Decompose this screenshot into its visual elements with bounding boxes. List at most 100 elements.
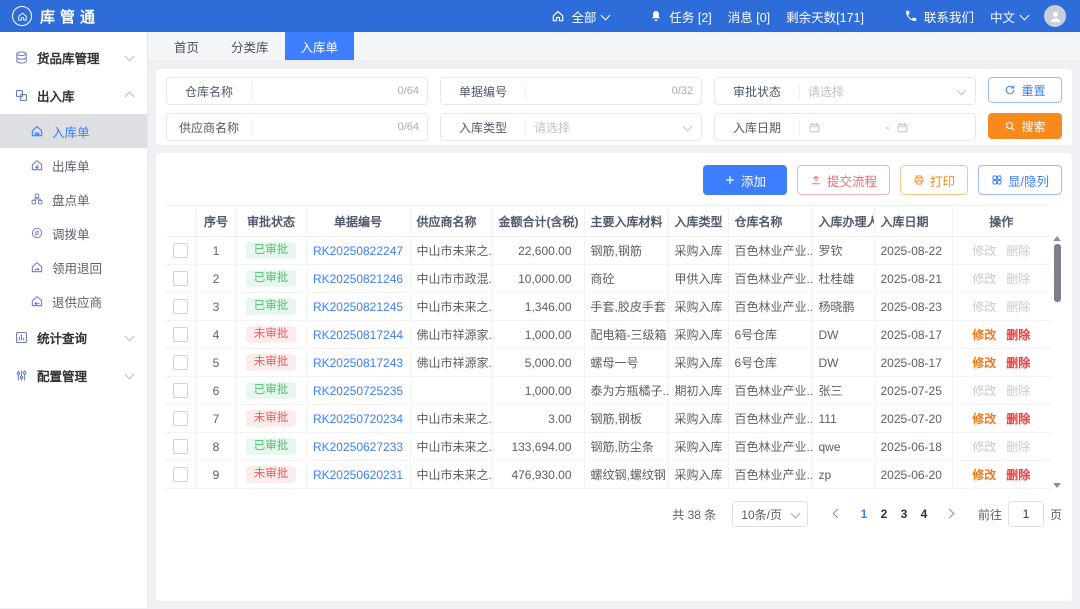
column-header: 仓库名称	[728, 205, 813, 237]
sidebar-group-statistics-query[interactable]: 统计查询	[0, 318, 147, 356]
delete-link[interactable]: 删除	[1006, 468, 1030, 482]
submit-flow-button[interactable]: 提交流程	[796, 165, 890, 195]
doc-number-link[interactable]: RK20250821246	[313, 272, 403, 286]
delete-link[interactable]: 删除	[1006, 412, 1030, 426]
scroll-down-arrow[interactable]	[1053, 483, 1061, 488]
sidebar-item-inbound-order[interactable]: 入库单	[0, 114, 147, 148]
tab-category-library[interactable]: 分类库	[215, 32, 285, 60]
row-checkbox[interactable]	[173, 327, 189, 343]
row-checkbox[interactable]	[173, 355, 189, 371]
doc-number-link[interactable]: RK20250821245	[313, 300, 403, 314]
delete-link[interactable]: 删除	[1006, 328, 1030, 342]
chevron-down-icon	[790, 508, 801, 518]
doc-number-link[interactable]: RK20250817244	[313, 328, 403, 342]
next-page-button[interactable]	[940, 502, 960, 526]
delete-link[interactable]: 删除	[1006, 356, 1030, 370]
reset-button[interactable]: 重置	[988, 77, 1062, 103]
row-checkbox[interactable]	[173, 271, 189, 287]
sidebar-item-transfer-order[interactable]: 调拨单	[0, 216, 147, 250]
page-number-1[interactable]: 1	[854, 502, 874, 526]
bell-icon	[649, 9, 663, 23]
approval-status-badge: 已审批	[245, 241, 297, 260]
filter-supplier-name: 供应商名称 0/64	[166, 113, 428, 141]
handler-cell: 罗钦	[812, 236, 875, 265]
sidebar-item-return-to-supplier[interactable]: 退供应商	[0, 284, 147, 318]
doc-number-link[interactable]: RK20250620231	[313, 468, 403, 482]
doc-number-link[interactable]: RK20250817243	[313, 356, 403, 370]
print-button[interactable]: 打印	[900, 165, 969, 195]
chevron-down-icon	[124, 51, 135, 61]
doc-number-link[interactable]: RK20250822247	[313, 244, 403, 258]
doc-number-link[interactable]: RK20250720234	[313, 412, 403, 426]
doc-number-link[interactable]: RK20250725235	[313, 384, 403, 398]
page-size-select[interactable]: 10条/页	[732, 501, 808, 527]
sidebar-item-outbound-order[interactable]: 出库单	[0, 148, 147, 182]
row-checkbox[interactable]	[173, 439, 189, 455]
date-cell: 2025-06-18	[874, 432, 953, 461]
row-checkbox[interactable]	[173, 243, 189, 259]
tab-home[interactable]: 首页	[158, 32, 215, 60]
edit-link[interactable]: 修改	[972, 356, 996, 370]
delete-link: 删除	[1006, 272, 1031, 286]
add-button[interactable]: 添加	[702, 165, 787, 195]
row-checkbox[interactable]	[173, 383, 189, 399]
calendar-icon end-date-picker[interactable]	[896, 121, 968, 134]
show-hide-columns-button[interactable]: 显/隐列	[978, 165, 1062, 195]
delete-link: 删除	[1006, 440, 1031, 454]
supplier-name-input[interactable]	[260, 119, 394, 135]
row-checkbox[interactable]	[173, 299, 189, 315]
contact-us-link[interactable]: 联系我们	[904, 7, 974, 26]
supplier-cell	[410, 376, 493, 405]
doc-number-link[interactable]: RK20250627233	[313, 440, 403, 454]
goto-label: 前往	[977, 507, 1002, 522]
edit-link[interactable]: 修改	[972, 412, 996, 426]
scroll-up-arrow[interactable]	[1053, 236, 1061, 241]
handler-cell: qwe	[812, 432, 875, 461]
warehouse-cell: 百色林业产业...	[728, 376, 813, 405]
row-checkbox[interactable]	[173, 411, 189, 427]
doc-number-input[interactable]	[534, 83, 668, 99]
materials-cell: 泰为方瓶橘子...	[584, 376, 669, 405]
sidebar-item-stocktake-order[interactable]: 盘点单	[0, 182, 147, 216]
tasks-link[interactable]: 任务 [2]	[649, 7, 712, 26]
materials-cell: 钢筋,钢筋	[584, 236, 669, 265]
inbound-type-select[interactable]: 请选择	[526, 119, 701, 136]
table-scrollbar[interactable]	[1052, 236, 1062, 489]
scroll-thumb[interactable]	[1053, 244, 1061, 302]
calendar-icon start-date-picker[interactable]	[808, 121, 880, 134]
goto-page-input[interactable]	[1007, 501, 1044, 527]
chevron-up-icon	[124, 91, 135, 102]
row-checkbox[interactable]	[173, 467, 189, 483]
sidebar-group-goods-library-management[interactable]: 货品库管理	[0, 38, 147, 76]
sidebar-group-config-management[interactable]: 配置管理	[0, 356, 147, 394]
sidebar-item-requisition-return[interactable]: 领用退回	[0, 250, 147, 284]
amount-cell: 5,000.00	[492, 348, 585, 377]
warehouse-cell: 百色林业产业...	[728, 404, 813, 433]
messages-link[interactable]: 消息 [0]	[728, 7, 770, 26]
row-index: 4	[196, 320, 237, 349]
page-number-3[interactable]: 3	[894, 502, 914, 526]
approval-status-select[interactable]: 请选择	[800, 83, 975, 100]
edit-link: 修改	[972, 300, 997, 314]
filter-inbound-date: 入库日期 -	[714, 113, 976, 141]
scope-switcher[interactable]: 全部	[551, 7, 611, 26]
page-number-2[interactable]: 2	[874, 502, 894, 526]
sidebar-group-in-out-warehouse[interactable]: 出入库	[0, 76, 147, 114]
prev-page-button[interactable]	[828, 502, 848, 526]
approval-status-badge: 未审批	[245, 353, 297, 372]
list-panel: 添加 提交流程 打印 显/隐列 序号 审批状态 单据编号 供应商名称 金额合计(含税) 主…	[156, 153, 1072, 601]
user-avatar[interactable]	[1044, 5, 1066, 27]
chevron-down-icon	[124, 331, 135, 341]
row-index: 9	[196, 460, 237, 489]
warehouse-name-input[interactable]	[260, 83, 394, 99]
language-switcher[interactable]: 中文	[990, 7, 1030, 26]
edit-link[interactable]: 修改	[972, 328, 996, 342]
filter-approval-status: 审批状态 请选择	[714, 77, 976, 105]
tab-inbound-order[interactable]: 入库单	[284, 32, 355, 60]
edit-link: 修改	[972, 384, 997, 398]
filter-doc-number: 单据编号 0/32	[440, 77, 702, 105]
edit-link[interactable]: 修改	[972, 468, 996, 482]
supplier-name-label: 供应商名称	[167, 118, 252, 136]
page-number-4[interactable]: 4	[914, 502, 934, 526]
search-button[interactable]: 搜索	[988, 113, 1062, 139]
